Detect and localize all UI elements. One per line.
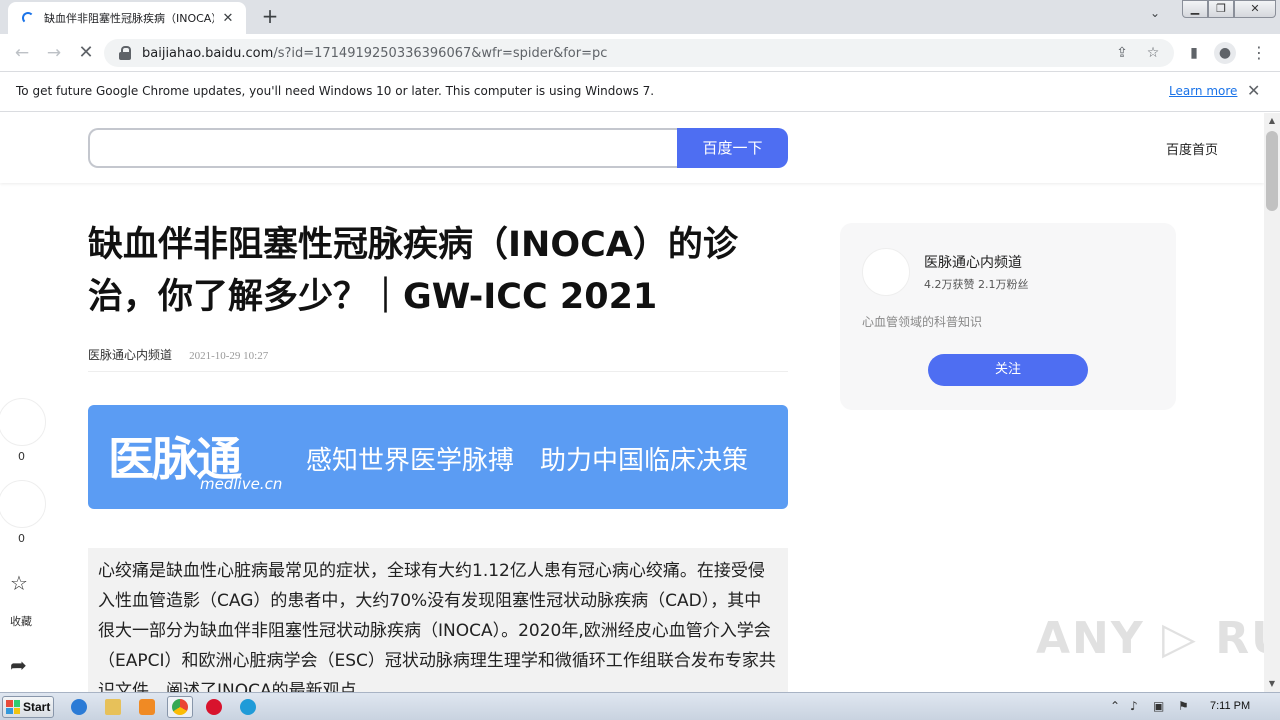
author-link[interactable]: 医脉通心内频道: [88, 348, 172, 362]
comment-button[interactable]: [0, 480, 46, 528]
taskbar-media-player-icon[interactable]: [134, 696, 160, 718]
taskbar-ie-icon[interactable]: [66, 696, 92, 718]
share-icon[interactable]: ⇪: [1111, 42, 1133, 64]
medlive-banner-image: 医脉通 medlive.cn 感知世界医学脉搏 助力中国临床决策: [88, 405, 788, 509]
taskbar-explorer-icon[interactable]: [100, 696, 126, 718]
windows-logo-icon: [6, 700, 20, 714]
follow-button[interactable]: 关注: [928, 354, 1088, 386]
start-button[interactable]: Start: [2, 696, 54, 718]
collect-label: 收藏: [10, 615, 32, 628]
learn-more-link[interactable]: Learn more: [1169, 84, 1237, 98]
browser-toolbar: ← → ✕ baijiahao.baidu.com/s?id=171491925…: [0, 34, 1280, 72]
stop-loading-icon[interactable]: ✕: [74, 41, 98, 65]
tray-flag-icon[interactable]: ⚑: [1178, 699, 1189, 713]
tray-network-icon[interactable]: ▣: [1153, 699, 1164, 713]
taskbar-edge-icon[interactable]: [235, 696, 261, 718]
taskbar-clock[interactable]: 7:11 PM: [1210, 700, 1250, 712]
author-card-stats: 4.2万获赞 2.1万粉丝: [924, 278, 1029, 291]
baidu-home-link[interactable]: 百度首页: [1166, 139, 1218, 158]
page-viewport: 百度一下 百度首页 缺血伴非阻塞性冠脉疾病（INOCA）的诊治，你了解多少？｜G…: [0, 113, 1264, 692]
collect-star-icon[interactable]: ☆: [10, 571, 28, 595]
back-arrow-icon[interactable]: ←: [10, 41, 34, 65]
start-label: Start: [23, 700, 51, 714]
tab-strip: 缺血伴非阻塞性冠脉疾病（INOCA） ✕ + ⌄ ▁ ❐ ✕: [0, 0, 1280, 34]
article-title: 缺血伴非阻塞性冠脉疾病（INOCA）的诊治，你了解多少？｜GW-ICC 2021: [88, 225, 738, 317]
bookmark-star-icon[interactable]: ☆: [1142, 42, 1164, 64]
update-infobar: To get future Google Chrome updates, you…: [0, 72, 1280, 112]
comment-count: 0: [18, 532, 25, 545]
banner-logo-sub: medlive.cn: [200, 475, 283, 493]
author-card-name[interactable]: 医脉通心内频道: [924, 252, 1022, 272]
scroll-up-arrow-icon[interactable]: ▲: [1264, 113, 1280, 129]
side-panel-icon[interactable]: ▮: [1183, 42, 1205, 64]
browser-tab[interactable]: 缺血伴非阻塞性冠脉疾病（INOCA） ✕: [8, 2, 246, 34]
scroll-thumb[interactable]: [1266, 131, 1278, 211]
site-header: 百度一下 百度首页: [0, 113, 1264, 183]
like-count: 0: [18, 450, 25, 463]
anyrun-watermark: ANY ▷ RUN: [1036, 613, 1264, 664]
article-paragraph: 心绞痛是缺血性心脏病最常见的症状，全球有大约1.12亿人患有冠心病心绞痛。在接受…: [88, 548, 788, 692]
window-minimize-button[interactable]: ▁: [1182, 0, 1208, 18]
author-card-desc: 心血管领域的科普知识: [862, 315, 983, 329]
scroll-down-arrow-icon[interactable]: ▼: [1264, 676, 1280, 692]
taskbar-chrome-icon[interactable]: [167, 696, 193, 718]
url-path: /s?id=1714919250336396067&wfr=spider&for…: [273, 45, 608, 61]
loading-spinner-icon: [22, 12, 34, 24]
kebab-menu-icon[interactable]: ⋮: [1248, 42, 1270, 64]
taskbar-opera-icon[interactable]: [201, 696, 227, 718]
tab-title: 缺血伴非阻塞性冠脉疾病（INOCA）: [44, 12, 214, 25]
forward-arrow-icon[interactable]: →: [42, 41, 66, 65]
new-tab-button[interactable]: +: [258, 4, 282, 28]
search-input[interactable]: [88, 128, 678, 168]
share-arrow-icon[interactable]: ➦: [10, 653, 27, 677]
address-bar[interactable]: baijiahao.baidu.com/s?id=171491925033639…: [104, 39, 1174, 67]
tab-close-icon[interactable]: ✕: [220, 11, 236, 26]
lock-icon[interactable]: [118, 46, 132, 60]
like-button[interactable]: [0, 398, 46, 446]
author-avatar[interactable]: [862, 248, 910, 296]
url-host: baijiahao.baidu.com: [142, 45, 274, 61]
publish-date: 2021-10-29 10:27: [189, 350, 269, 362]
banner-slogan: 感知世界医学脉搏 助力中国临床决策: [306, 446, 749, 476]
window-restore-button[interactable]: ❐: [1208, 0, 1234, 18]
tab-search-chevron-icon[interactable]: ⌄: [1150, 6, 1160, 20]
search-button[interactable]: 百度一下: [677, 128, 788, 168]
tray-show-hidden-icon[interactable]: ⌃: [1110, 699, 1120, 713]
windows-taskbar: Start ⌃ ♪ ▣ ⚑ 7:11 PM: [0, 692, 1280, 720]
url-text[interactable]: baijiahao.baidu.com/s?id=171491925033639…: [142, 46, 607, 61]
article-meta: 医脉通心内频道 2021-10-29 10:27: [88, 344, 788, 372]
infobar-message: To get future Google Chrome updates, you…: [16, 84, 655, 98]
window-close-button[interactable]: ✕: [1234, 0, 1276, 18]
tray-volume-icon[interactable]: ♪: [1130, 699, 1138, 713]
profile-avatar-icon[interactable]: ●: [1214, 42, 1236, 64]
page-scrollbar[interactable]: ▲ ▼: [1264, 113, 1280, 692]
infobar-close-icon[interactable]: ✕: [1247, 81, 1260, 100]
author-card: 医脉通心内频道 4.2万获赞 2.1万粉丝 心血管领域的科普知识 关注: [840, 223, 1176, 410]
